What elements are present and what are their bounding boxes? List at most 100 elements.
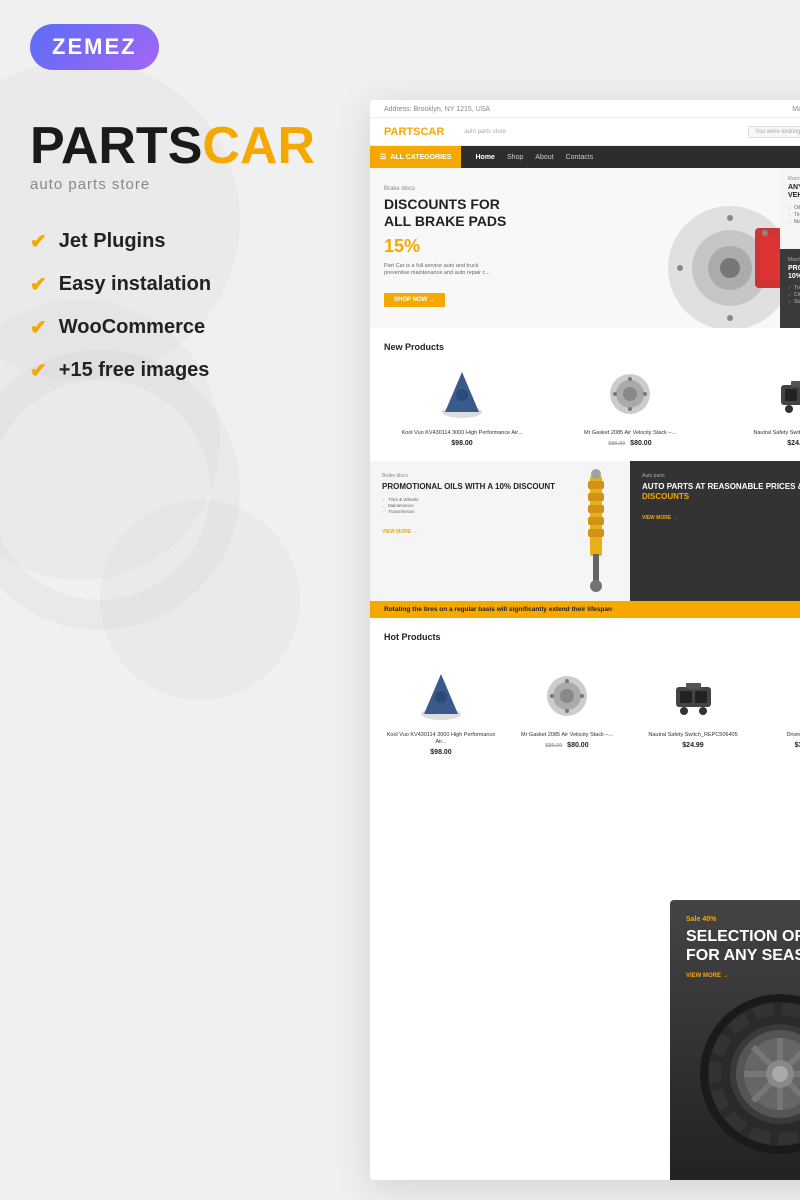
nav-contacts[interactable]: Contacts <box>566 154 594 161</box>
promo-title-2: AUTO PARTS AT REASONABLE PRICES & WITH C… <box>642 482 800 501</box>
hero-section: Brake discs DISCOUNTS FORALL BRAKE PADS … <box>370 168 800 328</box>
hot-product-price-2: $89.00 $80.00 <box>510 742 624 749</box>
feature-label-4: +15 free images <box>59 359 210 382</box>
side-top-list: Oil Change Tires & Wheels Maintenance <box>788 205 800 225</box>
side-bottom-heading: PROMOTIONAL WITH A 10% DIS... <box>788 265 800 282</box>
hot-products-section: Hot Products All New With discount Kool … <box>370 618 800 770</box>
hero-description: Part Car is a full service auto and truc… <box>384 263 504 278</box>
new-products-title: New Products <box>384 342 800 352</box>
hot-product-price-3: $24.99 <box>636 742 750 749</box>
feature-woocommerce: ✔ WooCommerce <box>30 315 370 340</box>
product-stars-4: ★★★★★ <box>762 749 800 756</box>
product-name-3: Nautral Safety Switch_REPC506405 <box>720 430 800 437</box>
hot-product-name-2: Mr Gasket 2085 Air Velocity Stack –... <box>510 732 624 739</box>
ticker-bar: Rotating the tires on a regular basis wi… <box>370 601 800 618</box>
main-navigation: ☰ ALL CATEGORIES Home Shop About Contact… <box>370 146 800 168</box>
hot-products-header: Hot Products All New With discount <box>384 632 800 654</box>
nav-shop[interactable]: Shop <box>507 154 523 161</box>
hot-products-title: Hot Products <box>384 632 441 642</box>
product-name-2: Mr Gasket 2085 Air Velocity Stack –... <box>552 430 708 437</box>
hamburger-icon: ☰ <box>380 153 386 161</box>
hot-product-name-4: Driving Light – D With bulb <box>762 732 800 739</box>
hero-label: Brake discs <box>384 186 766 192</box>
product-name-1: Kool Vuo KV430114 3000 High Performance … <box>384 430 540 437</box>
hot-product-name-3: Nautral Safety Switch_REPC506405 <box>636 732 750 739</box>
feature-easy-installation: ✔ Easy instalation <box>30 272 370 297</box>
tire-popup-title: SELECTION OF TIRES FOR ANY SEASON <box>686 927 800 965</box>
brand-title-yellow: CAR <box>202 117 315 175</box>
hot-product-name-1: Kool Vuo KV430114 3000 High Performance … <box>384 732 498 746</box>
hero-shop-now-button[interactable]: SHOP NOW → <box>384 293 445 307</box>
ticker-emphasis: extend <box>549 606 570 613</box>
nav-about[interactable]: About <box>535 154 553 161</box>
promo-link-2[interactable]: VIEW MORE → <box>642 515 678 521</box>
site-tagline: auto parts store <box>464 129 506 135</box>
side-bottom-item-1: Transmission <box>788 285 800 291</box>
promo-label-2: Auto parts <box>642 473 800 479</box>
product-price-1: $98.00 <box>384 440 540 447</box>
zemez-logo: ZEMEZ <box>30 24 159 70</box>
side-top-label: Running gear <box>788 176 800 182</box>
product-card-3[interactable]: Nautral Safety Switch_REPC506405 $24.99 <box>720 364 800 447</box>
check-icon-2: ✔ <box>30 272 47 297</box>
brake-disc-image <box>660 198 780 328</box>
product-card-2[interactable]: Mr Gasket 2085 Air Velocity Stack –... $… <box>552 364 708 447</box>
hero-side-panel: Running gear ANY COMPONENT FOR VEHICLE C… <box>780 168 800 328</box>
check-icon-4: ✔ <box>30 358 47 383</box>
tire-image-area <box>686 979 800 1164</box>
site-address: Address: Brooklyn, NY 1215, USA <box>384 106 490 113</box>
feature-jet-plugins: ✔ Jet Plugins <box>30 229 370 254</box>
hot-product-price-1: $98.00 <box>384 749 498 756</box>
hot-product-image-1 <box>384 666 498 726</box>
site-nav-bar: PARTSCAR auto parts store You were looki… <box>370 118 800 146</box>
hot-product-card-2[interactable]: Mr Gasket 2085 Air Velocity Stack –... $… <box>510 666 624 756</box>
features-list: ✔ Jet Plugins ✔ Easy instalation ✔ WooCo… <box>30 229 370 383</box>
feature-label-1: Jet Plugins <box>59 230 166 253</box>
product-image-1 <box>384 364 540 424</box>
feature-free-images: ✔ +15 free images <box>30 358 370 383</box>
brand-title-black: PARTS <box>30 117 202 175</box>
check-icon-1: ✔ <box>30 229 47 254</box>
hot-product-image-2 <box>510 666 624 726</box>
site-email: Mail: info@zemez-link.com <box>792 106 800 113</box>
site-top-bar: Address: Brooklyn, NY 1215, USA Mail: in… <box>370 100 800 118</box>
side-bottom-list: Transmission Check the conditio... Start… <box>788 285 800 305</box>
feature-label-3: WooCommerce <box>59 316 205 339</box>
side-top-item-1: Oil Change <box>788 205 800 211</box>
product-price-2: $89.00 $80.00 <box>552 440 708 447</box>
website-preview: Address: Brooklyn, NY 1215, USA Mail: in… <box>370 100 800 1180</box>
promo-banner-1[interactable]: Brake discs PROMOTIONAL OILS WITH A 10% … <box>370 461 630 601</box>
hot-product-card-3[interactable]: Nautral Safety Switch_REPC506405 $24.99 <box>636 666 750 756</box>
hot-product-card-4[interactable]: Driving Light – D With bulb $343.00 – $3… <box>762 666 800 756</box>
promo-link-1[interactable]: VIEW MORE → <box>382 529 418 535</box>
tire-popup-sale-label: Sale 40% <box>686 916 800 923</box>
hero-main: Brake discs DISCOUNTS FORALL BRAKE PADS … <box>370 168 780 328</box>
hot-product-image-3 <box>636 666 750 726</box>
product-image-3 <box>720 364 800 424</box>
tire-sale-popup[interactable]: Sale 40% SELECTION OF TIRES FOR ANY SEAS… <box>670 900 800 1180</box>
hot-product-price-4: $343.00 – $377 <box>762 742 800 749</box>
product-price-3: $24.99 <box>720 440 800 447</box>
hot-product-image-4 <box>762 666 800 726</box>
hot-products-grid: Kool Vuo KV430114 3000 High Performance … <box>384 666 800 756</box>
ticker-text: Rotating the tires on a regular basis wi… <box>384 606 612 613</box>
nav-home[interactable]: Home <box>475 154 494 161</box>
side-top-running-gear: Running gear ANY COMPONENT FOR VEHICLE C… <box>780 168 800 249</box>
side-top-item-3: Maintenance <box>788 219 800 225</box>
product-card-1[interactable]: Kool Vuo KV430114 3000 High Performance … <box>384 364 540 447</box>
side-top-heading: ANY COMPONENT FOR VEHICLE CH... <box>788 184 800 201</box>
all-categories-button[interactable]: ☰ ALL CATEGORIES <box>370 146 461 168</box>
side-top-item-2: Tires & Wheels <box>788 212 800 218</box>
check-icon-3: ✔ <box>30 315 47 340</box>
site-search[interactable]: You were looking for... <box>748 126 800 138</box>
nav-links: Home Shop About Contacts <box>461 154 607 161</box>
new-products-grid: Kool Vuo KV430114 3000 High Performance … <box>384 364 800 447</box>
promo-banners-section: Brake discs PROMOTIONAL OILS WITH A 10% … <box>370 461 800 601</box>
hot-product-card-1[interactable]: Kool Vuo KV430114 3000 High Performance … <box>384 666 498 756</box>
promo-banner-2[interactable]: Auto parts AUTO PARTS AT REASONABLE PRIC… <box>630 461 800 601</box>
left-panel: PARTSCAR auto parts store ✔ Jet Plugins … <box>30 120 370 401</box>
side-bottom-item-3: Start the vehicle <box>788 299 800 305</box>
brand-subtitle: auto parts store <box>30 176 370 193</box>
product-image-2 <box>552 364 708 424</box>
side-bottom-label: Machine oil <box>788 257 800 263</box>
